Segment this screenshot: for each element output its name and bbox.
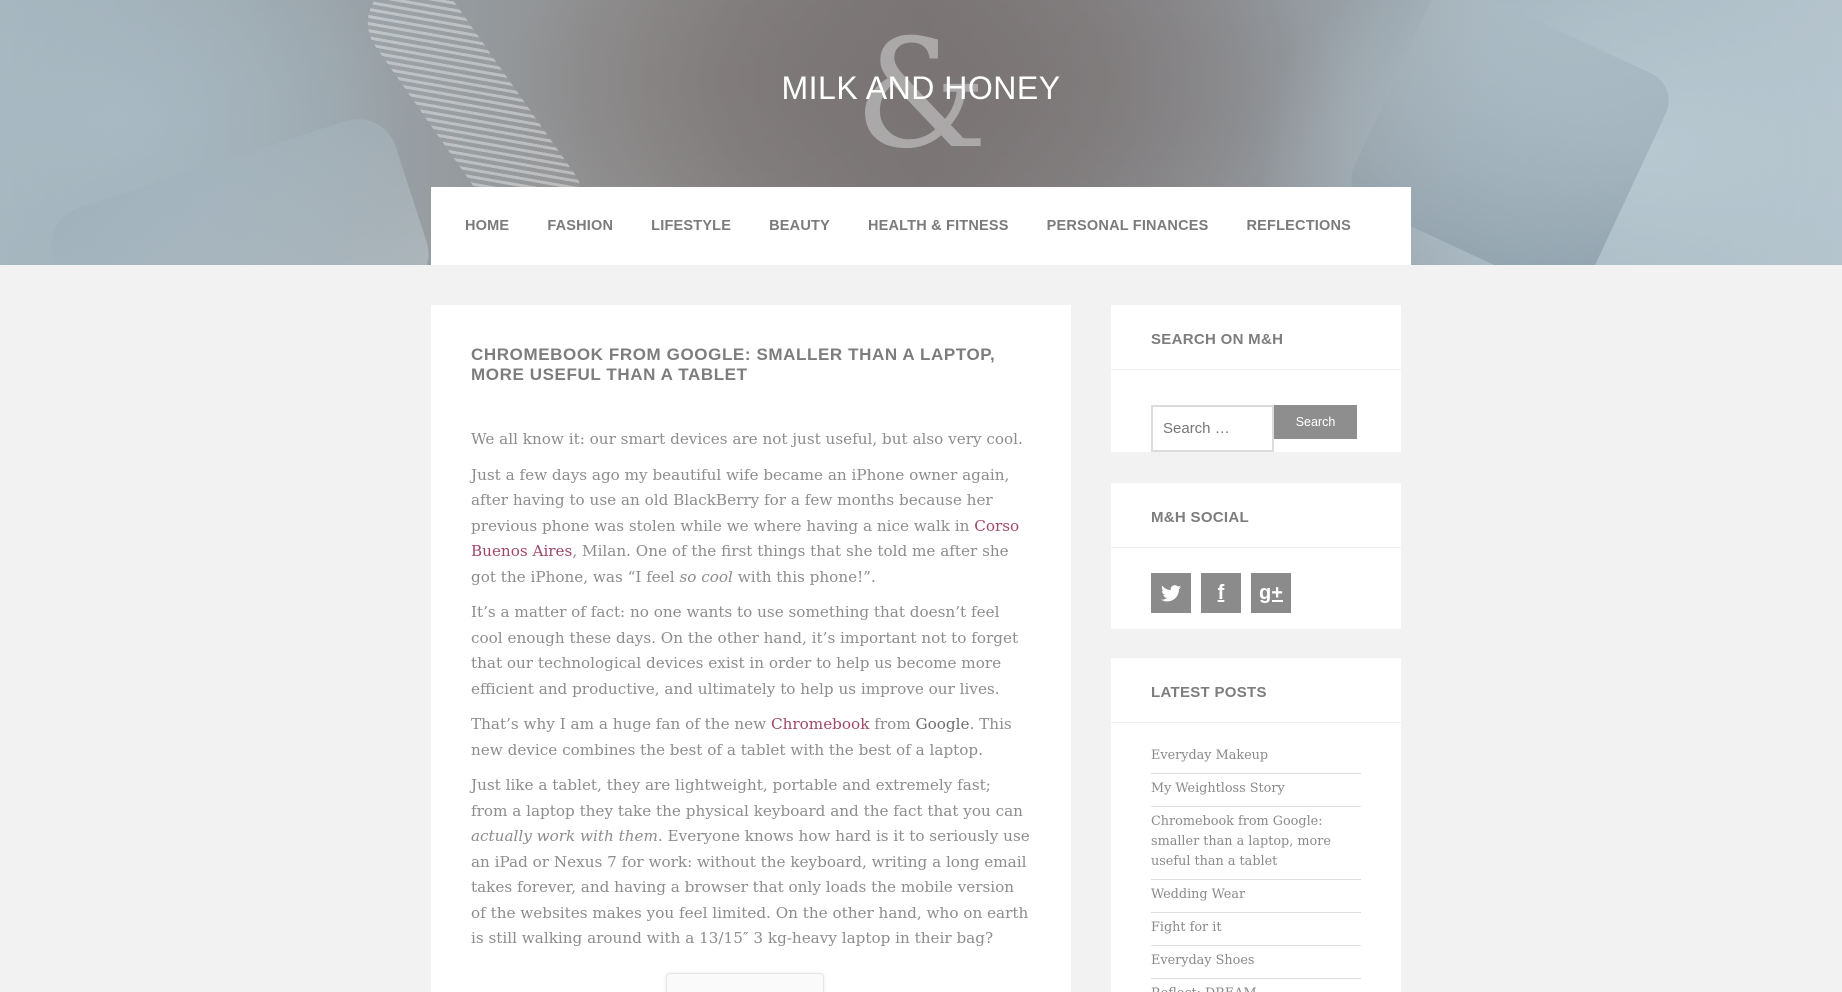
latest-post-link[interactable]: Everyday Makeup <box>1151 741 1361 774</box>
search-input[interactable] <box>1151 405 1274 452</box>
latest-post-link[interactable]: Reflect: DREAM <box>1151 979 1361 992</box>
nav-item-lifestyle[interactable]: LIFESTYLE <box>651 218 731 234</box>
post-paragraph: That’s why I am a huge fan of the new Ch… <box>471 712 1031 763</box>
search-widget: SEARCH ON M&H Search <box>1111 305 1401 452</box>
latest-post-link[interactable]: Everyday Shoes <box>1151 946 1361 979</box>
strong-text: Google <box>915 715 970 733</box>
post-article: CHROMEBOOK FROM GOOGLE: SMALLER THAN A L… <box>431 305 1071 992</box>
nav-item-reflections[interactable]: REFLECTIONS <box>1247 218 1352 234</box>
text-span: Just a few days ago my beautiful wife be… <box>471 465 1010 535</box>
text-span: with this phone!”. <box>732 567 876 586</box>
nav-item-beauty[interactable]: BEAUTY <box>769 218 830 234</box>
nav-item-home[interactable]: HOME <box>465 218 509 234</box>
post-paragraph: We all know it: our smart devices are no… <box>471 430 1023 448</box>
latest-posts-widget: LATEST POSTS Everyday Makeup My Weightlo… <box>1111 658 1401 992</box>
latest-post-link[interactable]: Wedding Wear <box>1151 880 1361 913</box>
text-span: That’s why I am a huge fan of the new <box>471 715 771 733</box>
latest-posts-list: Everyday Makeup My Weightloss Story Chro… <box>1111 723 1401 992</box>
search-form: Search <box>1151 405 1357 452</box>
post-title[interactable]: CHROMEBOOK FROM GOOGLE: SMALLER THAN A L… <box>471 345 1031 385</box>
social-icons: f g+ <box>1151 573 1291 613</box>
text-span: Just like a tablet, they are lightweight… <box>471 776 1023 820</box>
social-widget: M&H SOCIAL f g+ <box>1111 483 1401 629</box>
emphasis-text: actually work with them <box>471 827 658 845</box>
widget-title: SEARCH ON M&H <box>1111 305 1401 370</box>
latest-post-link[interactable]: Fight for it <box>1151 913 1361 946</box>
widget-title: M&H SOCIAL <box>1111 483 1401 548</box>
nav-item-health-fitness[interactable]: HEALTH & FITNESS <box>868 218 1009 234</box>
site-title[interactable]: MILK AND HONEY <box>0 70 1842 107</box>
main-navigation: HOME FASHION LIFESTYLE BEAUTY HEALTH & F… <box>431 187 1411 265</box>
twitter-bird-glyph <box>1161 584 1181 601</box>
google-plus-icon[interactable]: g+ <box>1251 573 1291 613</box>
latest-post-link[interactable]: Chromebook from Google: smaller than a l… <box>1151 807 1361 880</box>
post-paragraph: Just a few days ago my beautiful wife be… <box>471 463 1031 591</box>
latest-post-link[interactable]: My Weightloss Story <box>1151 774 1361 807</box>
twitter-icon[interactable] <box>1151 573 1191 613</box>
facebook-icon[interactable]: f <box>1201 573 1241 613</box>
widget-title: LATEST POSTS <box>1111 658 1401 723</box>
nav-item-personal-finances[interactable]: PERSONAL FINANCES <box>1047 218 1209 234</box>
search-button[interactable]: Search <box>1274 405 1357 439</box>
chromebook-link[interactable]: Chromebook <box>771 715 869 733</box>
chromebook-image <box>666 973 824 992</box>
nav-item-fashion[interactable]: FASHION <box>547 218 613 234</box>
text-span: . Everyone knows how hard is it to serio… <box>471 827 1030 947</box>
emphasis-text: so cool <box>679 567 733 586</box>
text-span: from <box>869 715 916 733</box>
post-paragraph: Just like a tablet, they are lightweight… <box>471 773 1031 952</box>
post-paragraph: It’s a matter of fact: no one wants to u… <box>471 603 1019 698</box>
site-logo[interactable]: & MILK AND HONEY <box>0 20 1842 170</box>
